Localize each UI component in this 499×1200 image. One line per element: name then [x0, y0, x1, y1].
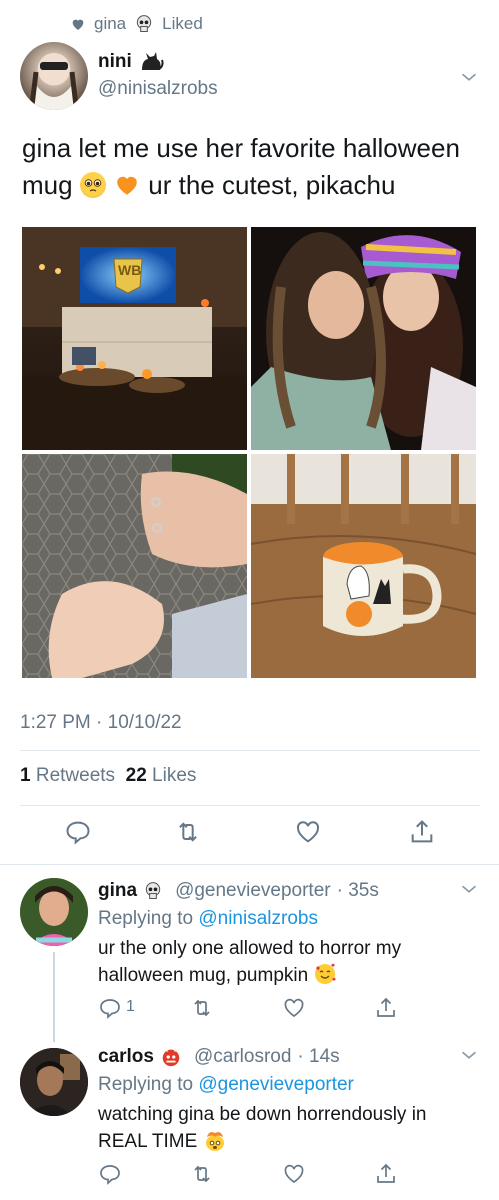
pleading-face-icon	[79, 172, 106, 198]
reply-text-line-1: watching gina be down horrendously in	[98, 1104, 427, 1125]
like-icon[interactable]	[294, 818, 322, 846]
reply-text-line-2: halloween mug, pumpkin	[98, 962, 478, 989]
reply-icon[interactable]	[98, 996, 122, 1020]
reply-text-line-2-text: halloween mug, pumpkin	[98, 965, 309, 986]
reply-avatar[interactable]	[20, 878, 88, 946]
tweet-text: gina let me use her favorite halloween m…	[22, 130, 482, 204]
reply-handle[interactable]: @genevieveporter	[175, 880, 331, 902]
exploding-head-icon	[205, 1132, 224, 1151]
reply-time: · 35s	[336, 880, 379, 901]
social-context-user[interactable]: gina	[94, 14, 126, 34]
chevron-down-icon[interactable]	[458, 878, 480, 900]
tweet-text-mug: mug	[22, 170, 73, 200]
like-label[interactable]: Likes	[152, 765, 196, 786]
reply-avatar[interactable]	[20, 1048, 88, 1116]
share-icon[interactable]	[408, 818, 436, 846]
skull-icon	[145, 882, 161, 899]
tweet-text-line-2: mug ur the cutest, pikachu	[22, 167, 482, 204]
replying-prefix: Replying to	[98, 908, 194, 929]
reply-header: carlos @carlosrod · 14s	[98, 1046, 340, 1068]
photo-selfie[interactable]	[251, 227, 476, 450]
heart-icon	[72, 19, 84, 30]
like-icon[interactable]	[282, 996, 306, 1020]
author-name[interactable]: nini	[98, 51, 132, 73]
retweet-icon[interactable]	[190, 1162, 214, 1186]
cat-icon	[141, 52, 164, 70]
reply-name[interactable]: carlos	[98, 1046, 154, 1068]
tweet-stats: 1 Retweets 22 Likes	[20, 765, 196, 787]
divider	[20, 750, 480, 751]
reply-count: 1	[126, 998, 135, 1015]
retweet-count[interactable]: 1	[20, 765, 31, 786]
replying-prefix: Replying to	[98, 1074, 194, 1095]
replying-to: Replying to @ninisalzrobs	[98, 906, 318, 932]
author-handle[interactable]: @ninisalzrobs	[98, 78, 218, 100]
divider	[20, 805, 480, 806]
tweet-text-line-1: gina let me use her favorite halloween	[22, 133, 460, 163]
tv-logo-text: WB	[118, 262, 142, 278]
like-icon[interactable]	[282, 1162, 306, 1186]
replying-to-link[interactable]: @ninisalzrobs	[198, 908, 318, 929]
share-icon[interactable]	[374, 996, 398, 1020]
retweet-icon[interactable]	[190, 996, 214, 1020]
social-context: gina Liked	[70, 14, 203, 34]
author-name-row[interactable]: nini	[98, 50, 164, 74]
reply-text: ur the only one allowed to horror my hal…	[98, 936, 478, 989]
retweet-icon[interactable]	[174, 818, 202, 846]
share-icon[interactable]	[374, 1162, 398, 1186]
social-context-action: Liked	[162, 14, 203, 33]
orange-heart-icon	[117, 176, 137, 195]
chevron-down-icon[interactable]	[458, 1044, 480, 1066]
ogre-icon	[162, 1047, 180, 1067]
photo-halloween-mug[interactable]	[251, 454, 476, 678]
replying-to-link[interactable]: @genevieveporter	[198, 1074, 354, 1095]
reply-text-line-1: ur the only one allowed to horror my	[98, 938, 402, 959]
thread-line	[53, 952, 55, 1042]
tweet-text-rest: ur the cutest, pikachu	[148, 170, 396, 200]
divider	[0, 864, 499, 865]
tweet-timestamp[interactable]: 1:27 PM · 10/10/22	[20, 712, 182, 734]
reply-text-line-2: REAL TIME	[98, 1128, 478, 1155]
chevron-down-icon[interactable]	[458, 66, 480, 88]
photo-living-room[interactable]: WB	[22, 227, 247, 450]
like-count[interactable]: 22	[126, 765, 147, 786]
reply-header: gina @genevieveporter · 35s	[98, 880, 379, 902]
replying-to: Replying to @genevieveporter	[98, 1072, 354, 1098]
author-avatar[interactable]	[20, 42, 88, 110]
photo-pinky-promise[interactable]	[22, 454, 247, 678]
reply-handle[interactable]: @carlosrod	[194, 1046, 291, 1068]
reply-icon[interactable]	[64, 818, 92, 846]
retweet-label[interactable]: Retweets	[36, 765, 115, 786]
reply-time: · 14s	[297, 1046, 340, 1067]
reply-text: watching gina be down horrendously in RE…	[98, 1102, 478, 1155]
reply-text-line-2-text: REAL TIME	[98, 1131, 198, 1152]
skull-icon	[136, 15, 152, 32]
reply-icon[interactable]	[98, 1162, 122, 1186]
reply-name[interactable]: gina	[98, 880, 137, 902]
smiling-hearts-face-icon	[315, 963, 337, 984]
